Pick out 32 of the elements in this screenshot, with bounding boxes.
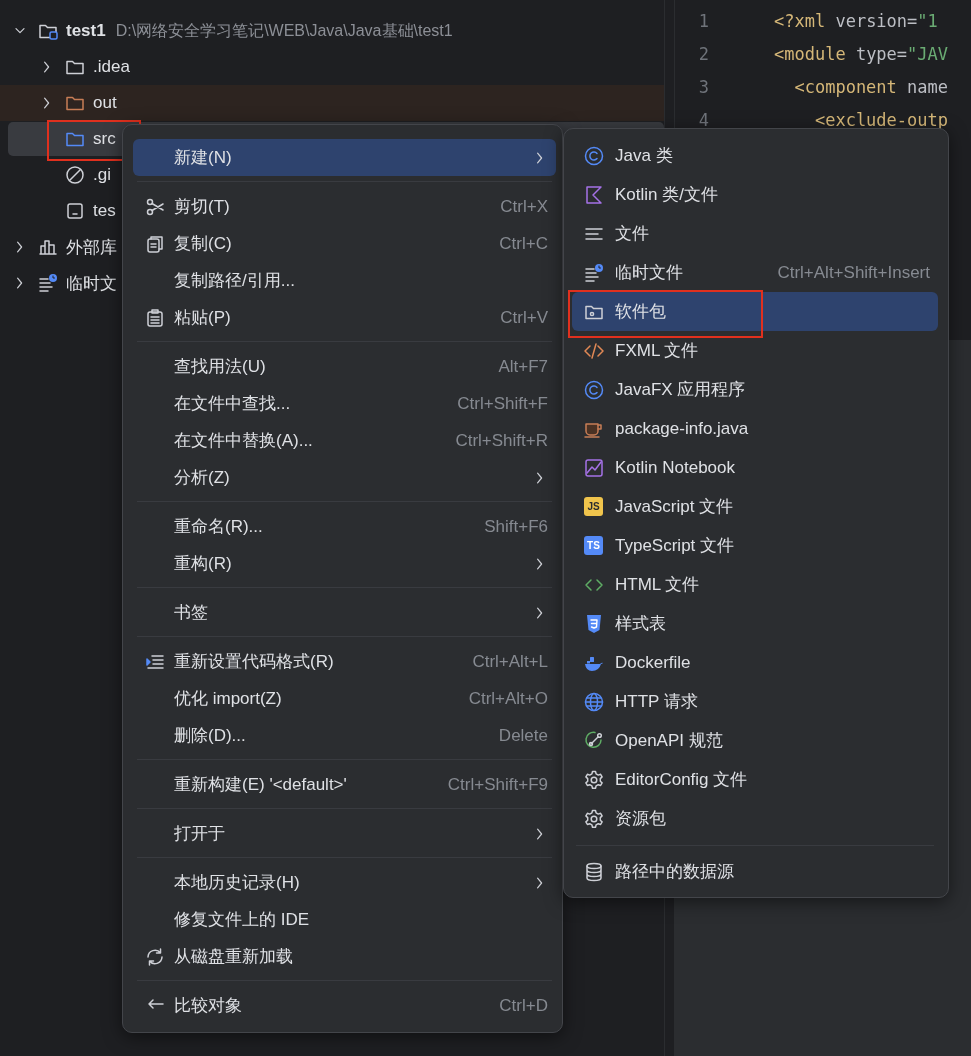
shortcut-label: Ctrl+Shift+F9 bbox=[447, 774, 548, 795]
shortcut-label: Ctrl+Alt+L bbox=[472, 651, 548, 672]
line-number: 1 bbox=[697, 10, 709, 31]
tree-item-label: out bbox=[93, 93, 117, 113]
shortcut-label: Alt+F7 bbox=[498, 356, 548, 377]
tree-item-label: test1 bbox=[66, 21, 106, 41]
project-path: D:\网络安全学习笔记\WEB\Java\Java基础\test1 bbox=[115, 20, 453, 41]
line-number: 3 bbox=[697, 76, 709, 97]
tree-item-label: src bbox=[93, 129, 116, 149]
shortcut-label: Ctrl+C bbox=[499, 233, 548, 254]
shortcut-label: Shift+F6 bbox=[484, 516, 548, 537]
tree-item-label: .gi bbox=[93, 165, 111, 185]
code-line: <?xml version="1 bbox=[774, 10, 938, 31]
ts-icon: TS bbox=[584, 536, 603, 555]
code-line: <component name bbox=[793, 76, 948, 97]
shortcut-label: Ctrl+V bbox=[500, 307, 548, 328]
shortcut-label: Ctrl+Shift+F bbox=[457, 393, 548, 414]
js-icon: JS bbox=[584, 497, 603, 516]
shortcut-label: Ctrl+D bbox=[499, 995, 548, 1016]
tree-item-label: tes bbox=[93, 201, 116, 221]
line-number: 4 bbox=[697, 109, 709, 130]
shortcut-label: Ctrl+Alt+O bbox=[468, 688, 548, 709]
shortcut-label: Ctrl+Alt+Shift+Insert bbox=[777, 262, 930, 283]
code-line: <module type="JAV bbox=[774, 43, 949, 64]
tree-item-label: 临时文 bbox=[66, 272, 117, 295]
shortcut-label: Delete bbox=[498, 725, 548, 746]
shortcut-label: Ctrl+X bbox=[500, 196, 548, 217]
tree-item-label: .idea bbox=[93, 57, 130, 77]
line-number: 2 bbox=[697, 43, 709, 64]
code-line: <exclude-outp bbox=[813, 109, 948, 130]
tree-item-label: 外部库 bbox=[66, 236, 117, 259]
shortcut-label: Ctrl+Shift+R bbox=[455, 430, 548, 451]
